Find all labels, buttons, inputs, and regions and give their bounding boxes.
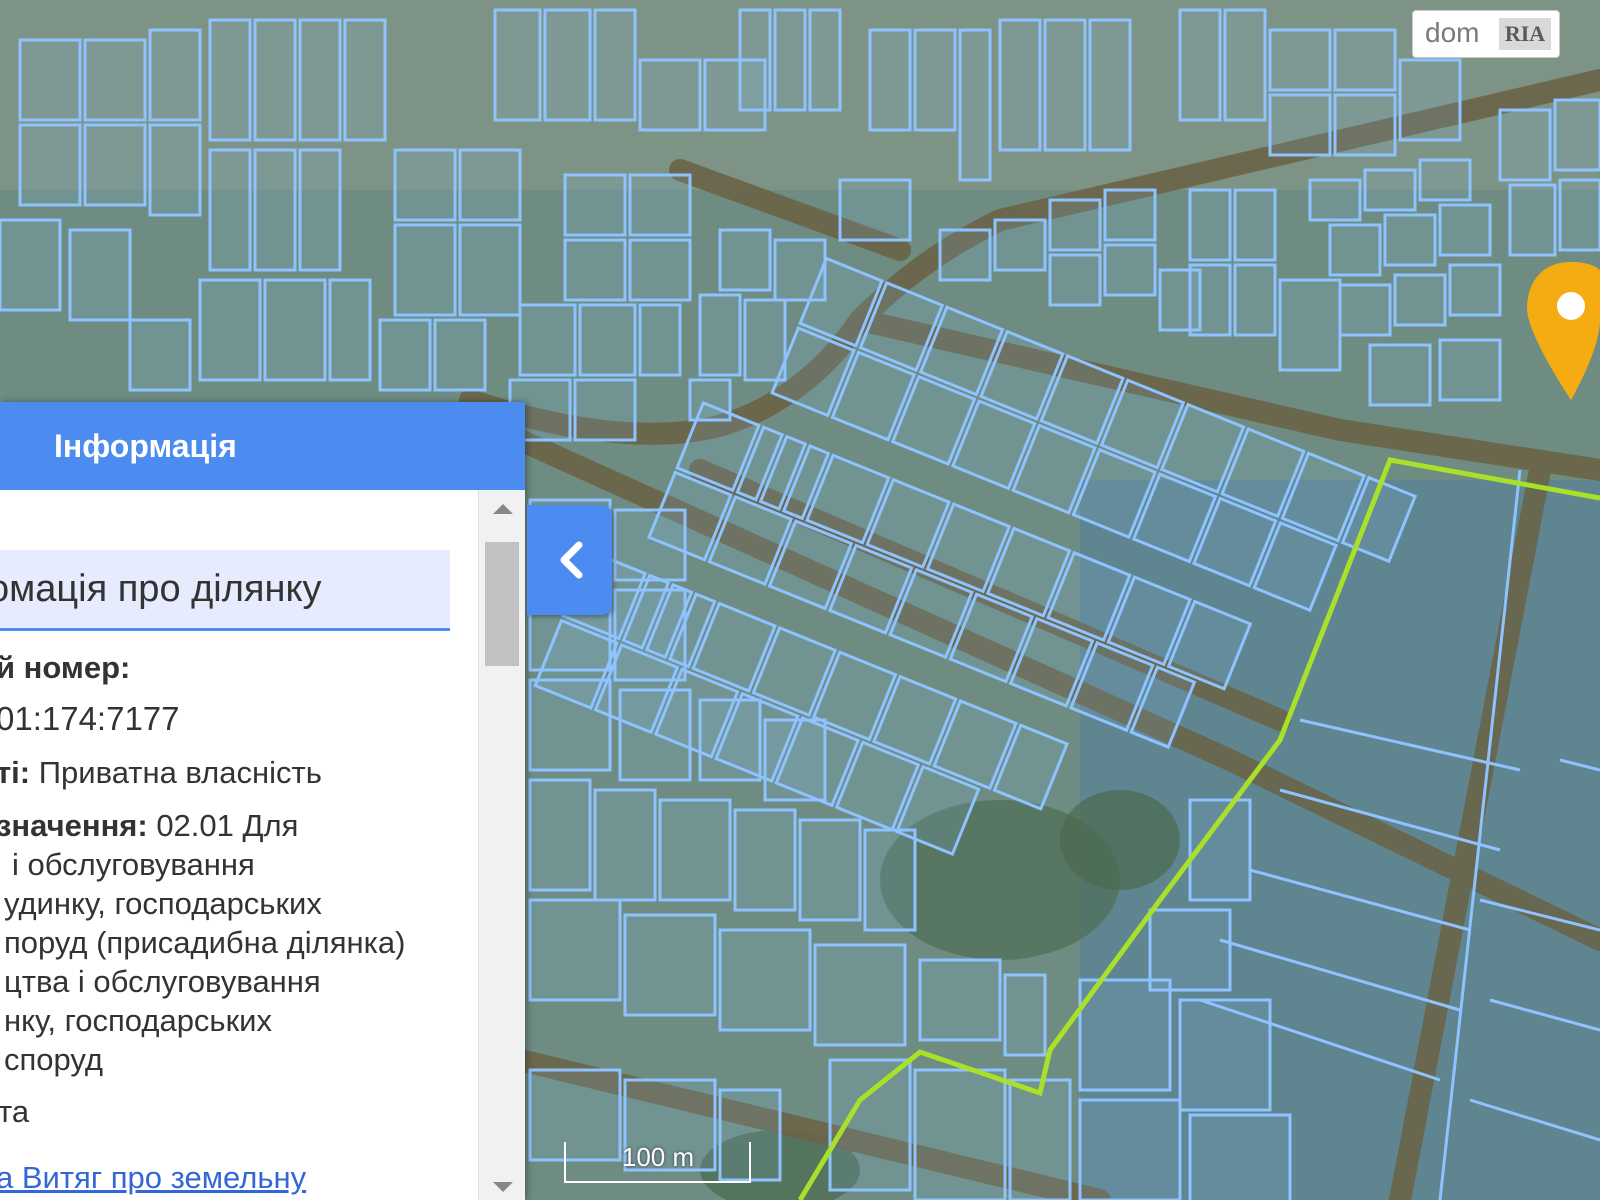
purpose-label: значення: xyxy=(0,808,148,843)
purpose-line: і обслуговування xyxy=(12,847,255,882)
cadastral-label: й номер: xyxy=(0,650,131,685)
scale-label: 100 m xyxy=(621,1142,695,1172)
scroll-up-arrow-icon[interactable] xyxy=(493,504,513,514)
chevron-left-icon xyxy=(560,541,583,579)
ownership-value: Приватна власність xyxy=(30,755,322,790)
purpose-row: значення: 02.01 Для xyxy=(0,808,298,844)
purpose-line: цтва і обслуговування xyxy=(4,964,321,999)
unit-fragment: та xyxy=(0,1094,30,1129)
cadastral-value: 01:174:7177 xyxy=(0,700,180,737)
section-title: омація про ділянку xyxy=(0,568,322,610)
ownership-row: ті: Приватна власність xyxy=(0,755,322,791)
purpose-line: поруд (присадибна ділянка) xyxy=(4,925,406,960)
purpose-line: удинку, господарських xyxy=(4,886,322,921)
panel-header: Інформація xyxy=(0,402,525,490)
cadastral-label-row: й номер: xyxy=(0,650,130,686)
domria-logo: dom RIA xyxy=(1412,10,1560,58)
purpose-line: споруд xyxy=(4,1042,103,1077)
purpose-line: нку, господарських xyxy=(4,1003,272,1038)
info-panel: Інформація омація про ділянку й номер: 0… xyxy=(0,402,525,1200)
scroll-down-arrow-icon[interactable] xyxy=(493,1182,513,1192)
scroll-thumb[interactable] xyxy=(485,542,519,666)
parcel-info-section[interactable]: омація про ділянку xyxy=(0,550,450,631)
panel-title: Інформація xyxy=(54,428,237,464)
collapse-panel-button[interactable] xyxy=(527,505,612,615)
logo-text: dom xyxy=(1425,17,1480,48)
ownership-label: ті: xyxy=(0,755,31,790)
logo-badge: RIA xyxy=(1499,18,1551,50)
purpose-value: 02.01 Для xyxy=(147,808,299,843)
extract-link[interactable]: а Витяг про земельну xyxy=(0,1160,306,1196)
panel-body[interactable]: омація про ділянку й номер: 01:174:7177 … xyxy=(0,490,478,1200)
panel-scrollbar[interactable] xyxy=(478,490,525,1200)
